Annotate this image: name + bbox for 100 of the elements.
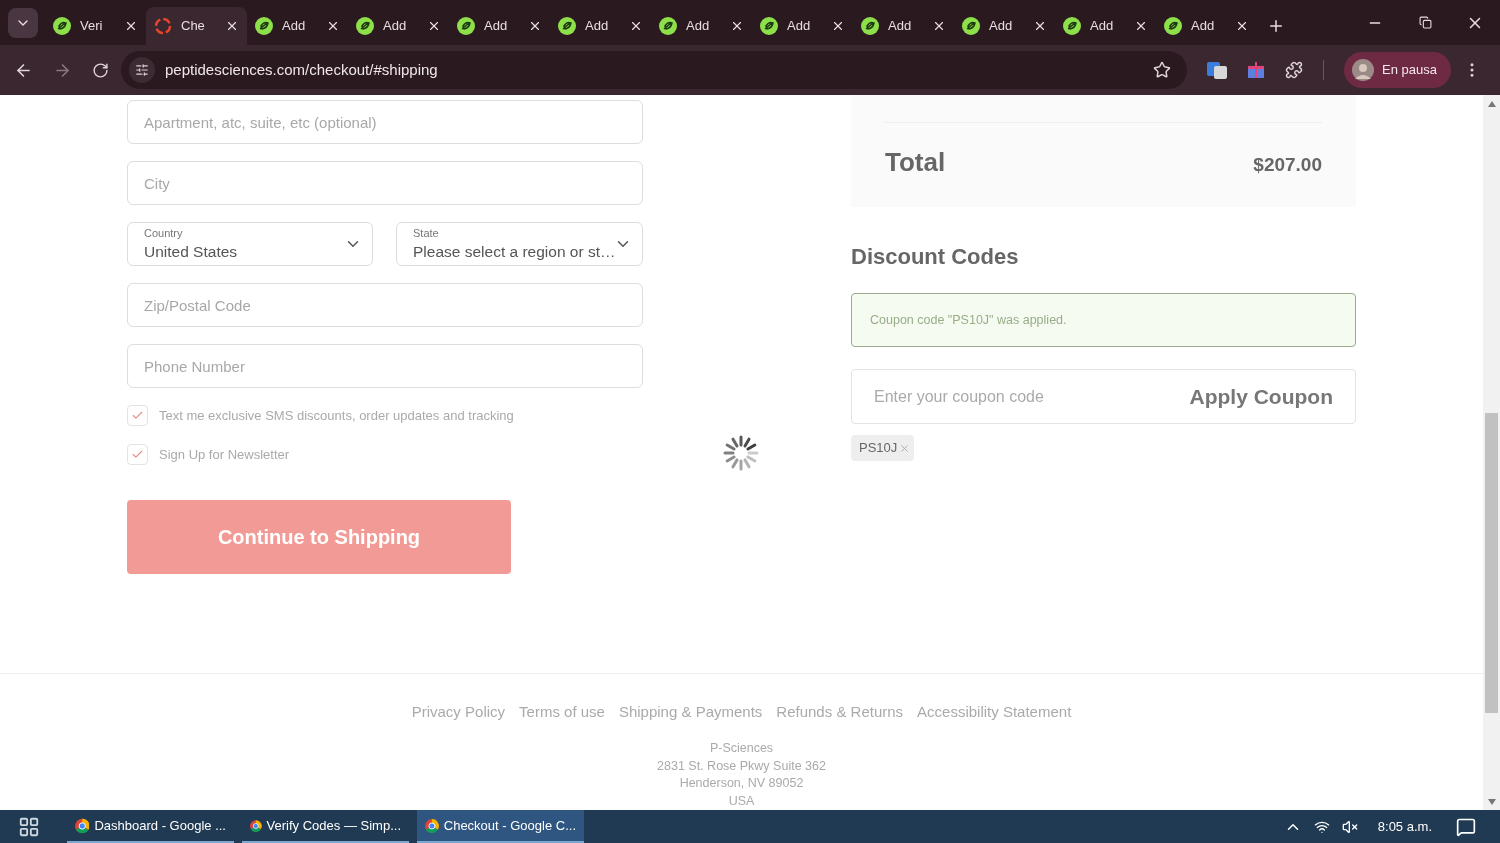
restore-icon[interactable] [1418, 16, 1432, 29]
leaf-logo-icon [558, 17, 576, 35]
browser-icon [250, 817, 262, 834]
tab-search-button[interactable] [8, 7, 38, 38]
close-icon[interactable] [932, 19, 946, 33]
close-icon[interactable] [730, 19, 744, 33]
taskbar-app-title: Verify Codes — Simp... [266, 816, 401, 835]
browser-tab[interactable]: Che [146, 7, 247, 45]
close-icon[interactable] [124, 19, 138, 33]
browser-icon [75, 817, 90, 834]
address-bar[interactable]: peptidesciences.com/checkout/#shipping [121, 51, 1187, 89]
leaf-logo-icon [861, 17, 879, 35]
checkbox-label: Text me exclusive SMS discounts, order updates and tracking [159, 406, 514, 425]
total-value: $207.00 [1253, 152, 1322, 177]
leaf-logo-icon [962, 17, 980, 35]
browser-tab[interactable]: Add [1156, 7, 1257, 45]
browser-tab[interactable]: Veri [45, 7, 146, 45]
text-field[interactable]: Zip/Postal Code [127, 283, 643, 327]
extensions-icon[interactable] [1285, 61, 1303, 79]
site-settings-icon[interactable] [135, 63, 149, 77]
muted-speaker-icon[interactable] [1341, 818, 1358, 835]
browser-icon [425, 817, 439, 834]
address-line: 2831 St. Rose Pkwy Suite 362 [657, 757, 826, 775]
checkbox-label: Sign Up for Newsletter [159, 445, 290, 464]
tab-title: Veri [80, 17, 104, 36]
tab-title: Add [686, 17, 711, 36]
browser-tab[interactable]: Add [449, 7, 550, 45]
scroll-up-icon[interactable] [1487, 101, 1496, 107]
taskbar-app[interactable]: Checkout - Google C... [417, 810, 584, 843]
close-icon[interactable] [1033, 19, 1047, 33]
taskbar-app[interactable]: Dashboard - Google ... [67, 810, 234, 843]
text-field[interactable]: City [127, 161, 643, 205]
leaf-logo-icon [1063, 17, 1081, 35]
select-field[interactable]: Country United States [127, 222, 373, 266]
browser-tab[interactable]: Add [752, 7, 853, 45]
close-icon[interactable] [326, 19, 340, 33]
tab-title: Add [888, 17, 913, 36]
browser-tab[interactable]: Add [550, 7, 651, 45]
browser-tab[interactable]: Add [954, 7, 1055, 45]
select-value: United States [144, 244, 238, 260]
notifications-icon[interactable] [1456, 816, 1476, 837]
task-view-icon[interactable] [18, 815, 40, 838]
browser-tab[interactable]: Add [651, 7, 752, 45]
reload-icon[interactable] [92, 61, 109, 79]
taskbar-app[interactable]: Verify Codes — Simp... [242, 810, 409, 843]
text-field[interactable]: Apartment, atc, suite, etc (optional) [127, 100, 643, 144]
tab-title: Add [1090, 17, 1115, 36]
browser-tab[interactable]: Add [853, 7, 954, 45]
taskbar-app-title: Dashboard - Google ... [94, 816, 226, 835]
select-field[interactable]: State Please select a region or st… [396, 222, 643, 266]
profile-button[interactable]: En pausa [1344, 52, 1451, 88]
check-icon [131, 448, 144, 461]
new-tab-icon[interactable] [1267, 17, 1285, 35]
browser-tab[interactable]: Add [1055, 7, 1156, 45]
leaf-logo-icon [255, 17, 273, 35]
apply-coupon-button[interactable]: Apply Coupon [1189, 380, 1333, 413]
leaf-logo-icon [53, 17, 71, 35]
leaf-logo-icon [457, 17, 475, 35]
address-line: Henderson, NV 89052 [679, 775, 804, 792]
coupon-code: PS10J [859, 439, 898, 458]
tab-title: Add [585, 17, 610, 36]
close-icon[interactable] [831, 19, 845, 33]
swirl-logo-icon [154, 17, 172, 35]
bookmark-star-icon[interactable] [1153, 61, 1171, 79]
section-title: Discount Codes [851, 246, 1020, 268]
translate-icon[interactable] [1207, 60, 1227, 80]
scroll-thumb[interactable] [1485, 413, 1498, 713]
close-icon[interactable] [629, 19, 643, 33]
address-line: P-Sciences [709, 740, 774, 757]
coupon-field[interactable]: Enter your coupon code Apply Coupon [851, 369, 1356, 424]
scrollbar[interactable] [1483, 95, 1500, 810]
close-icon[interactable] [528, 19, 542, 33]
taskbar-app-title: Checkout - Google C... [443, 816, 576, 835]
text-field[interactable]: Phone Number [127, 344, 643, 388]
tab-title: Add [484, 17, 509, 36]
field-label: State [413, 228, 440, 240]
leaf-logo-icon [1164, 17, 1182, 35]
leaf-logo-icon [356, 17, 374, 35]
close-icon[interactable] [225, 19, 239, 33]
checkbox[interactable] [127, 405, 148, 426]
check-icon [131, 409, 144, 422]
success-notice: Coupon code "PS10J" was applied. [851, 293, 1356, 347]
field-label: Country [144, 228, 184, 240]
gift-icon[interactable] [1247, 61, 1265, 79]
tab-title: Add [787, 17, 812, 36]
url-text: peptidesciences.com/checkout/#shipping [165, 59, 438, 80]
close-icon[interactable] [1134, 19, 1148, 33]
clock-time[interactable]: 8:05 a.m. [1377, 816, 1432, 837]
total-label: Total [885, 146, 946, 179]
avatar-icon [1352, 59, 1374, 81]
leaf-logo-icon [659, 17, 677, 35]
checkbox[interactable] [127, 444, 148, 465]
address-line: USA [728, 792, 755, 810]
tab-title: Add [1191, 17, 1216, 36]
close-icon[interactable] [1235, 19, 1249, 33]
close-icon[interactable] [427, 19, 441, 33]
browser-tab[interactable]: Add [247, 7, 348, 45]
browser-tab[interactable]: Add [348, 7, 449, 45]
scroll-down-icon[interactable] [1487, 799, 1496, 805]
tab-title: Che [181, 17, 206, 36]
